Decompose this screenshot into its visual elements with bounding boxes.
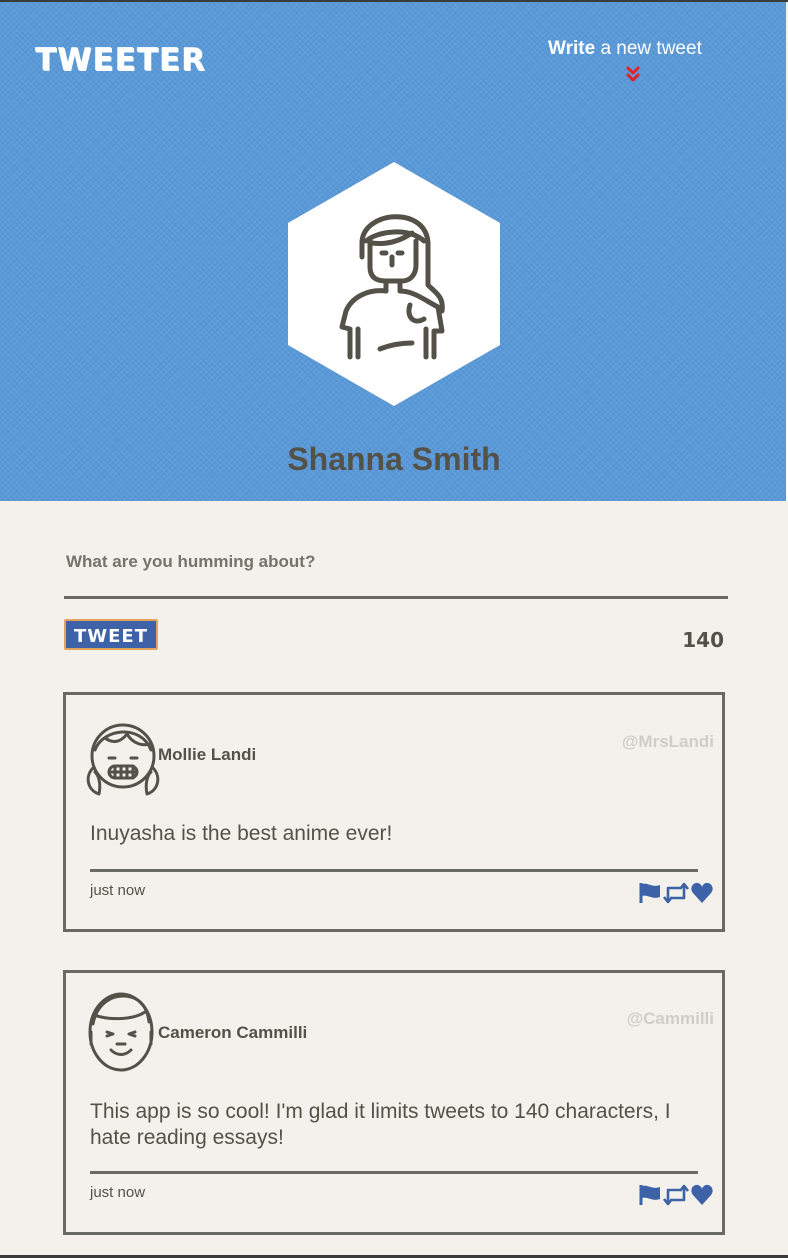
tweet-author-name[interactable]: Cameron Cammilli [158, 1023, 307, 1043]
flag-icon[interactable] [638, 881, 662, 909]
write-new-tweet-label: Write a new tweet [548, 38, 748, 60]
tweet-button[interactable]: TWEET [64, 619, 158, 650]
tweet-text: This app is so cool! I'm glad it limits … [90, 1100, 671, 1149]
tweet-timestamp: just now [90, 1184, 146, 1201]
tweet-divider [90, 1171, 698, 1174]
woman-avatar-icon [288, 162, 500, 406]
write-label-rest: a new tweet [595, 38, 702, 59]
double-chevron-down-icon[interactable] [626, 66, 640, 87]
tweet-text: Inuyasha is the best anime ever! [90, 822, 393, 845]
heart-icon[interactable] [690, 881, 714, 909]
girl-avatar-icon [83, 710, 163, 802]
tweet-divider [90, 869, 698, 872]
tweet-composer: What are you humming about? [64, 552, 728, 599]
tweet-input[interactable] [64, 552, 728, 599]
profile-header: TWEETER Write a new tweet Shanna Smith [0, 2, 786, 501]
tweet-author-name[interactable]: Mollie Landi [158, 745, 256, 765]
retweet-icon[interactable] [662, 1183, 690, 1211]
tweet-card: Mollie Landi @MrsLandi Inuyasha is the b… [63, 692, 725, 932]
tweet-timestamp: just now [90, 882, 146, 899]
retweet-icon[interactable] [662, 881, 690, 909]
tweet-card: Cameron Cammilli @Cammilli This app is s… [63, 970, 725, 1235]
flag-icon[interactable] [638, 1183, 662, 1211]
tweet-actions [638, 881, 714, 909]
write-new-tweet-toggle[interactable]: Write a new tweet [548, 38, 748, 82]
write-label-strong: Write [548, 38, 596, 59]
app-logo[interactable]: TWEETER [35, 42, 206, 78]
heart-icon[interactable] [690, 1183, 714, 1211]
boy-avatar-icon [83, 988, 163, 1080]
tweet-author-handle[interactable]: @MrsLandi [622, 732, 714, 752]
profile-name: Shanna Smith [287, 441, 501, 477]
tweet-author-handle[interactable]: @Cammilli [627, 1009, 714, 1029]
tweet-actions [638, 1183, 714, 1211]
profile-avatar [286, 161, 502, 411]
character-counter: 140 [682, 628, 724, 652]
